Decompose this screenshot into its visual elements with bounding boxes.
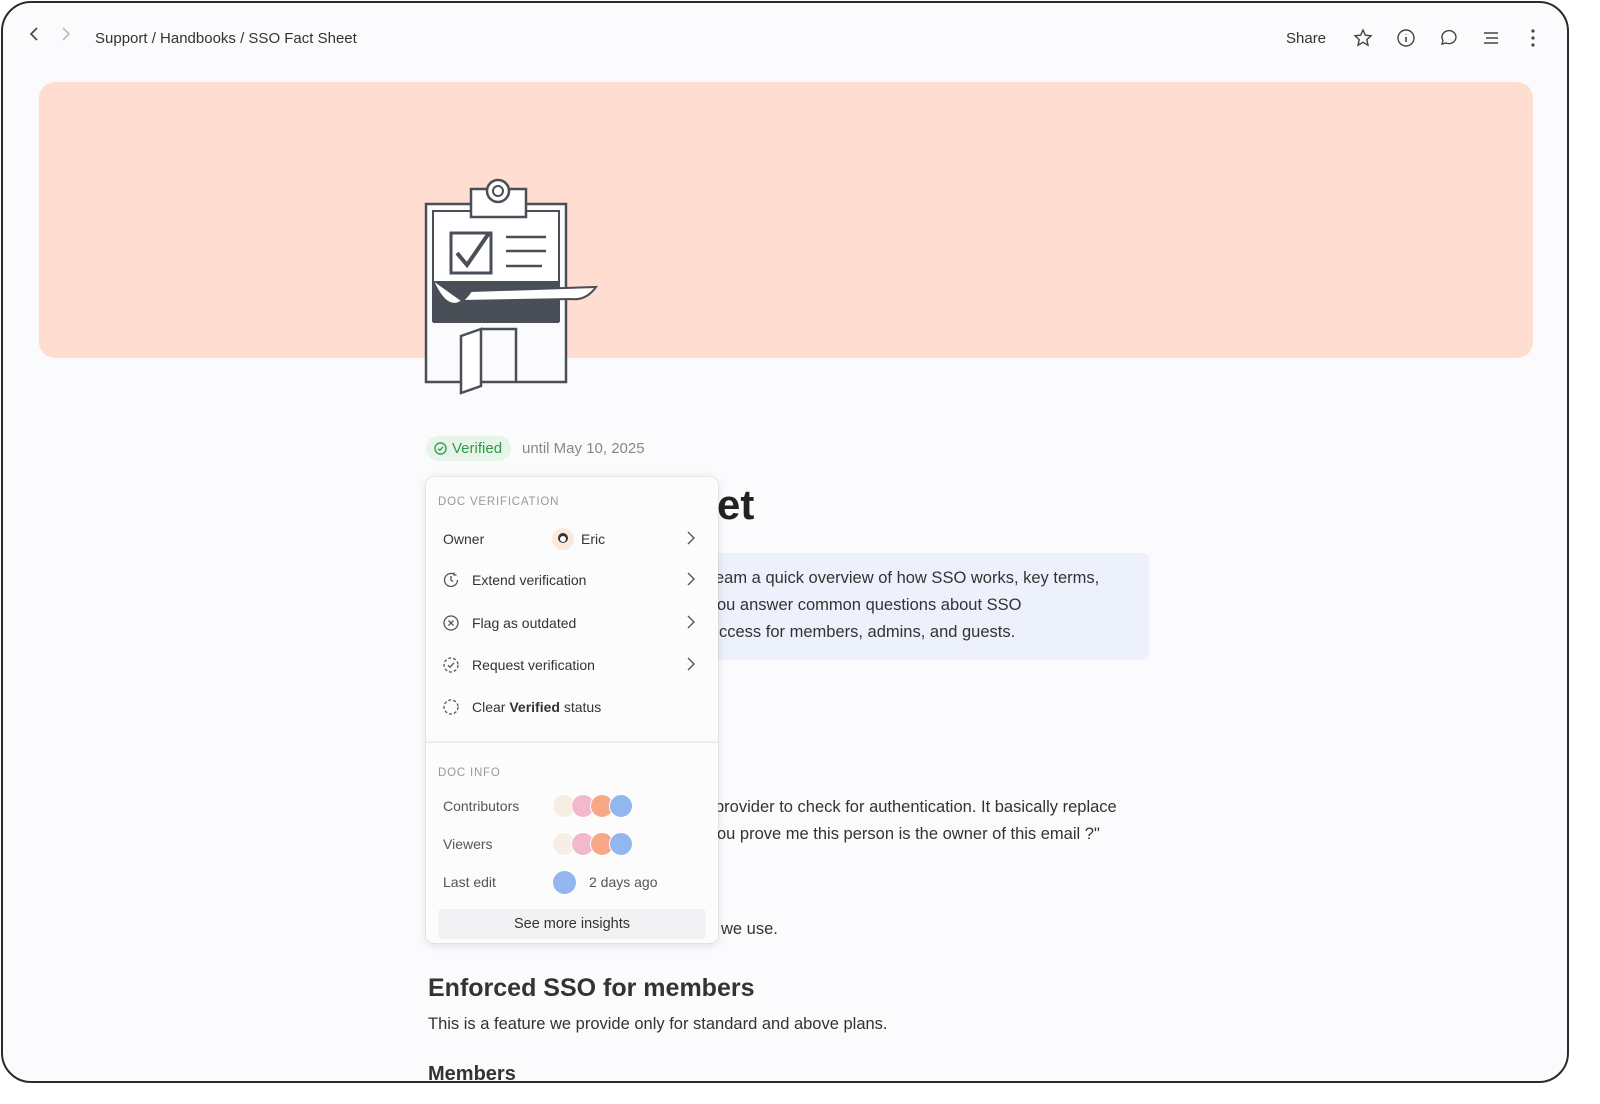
clear-suffix: status [559,699,602,715]
owner-name: Eric [581,531,606,547]
verified-until: until May 10, 2025 [522,440,645,457]
last-edit-value: 2 days ago [589,874,658,890]
chevron-right-icon [686,615,696,632]
callout-line: ccess for members, admins, and guests. [719,623,1016,641]
breadcrumb[interactable]: Support / Handbooks / SSO Fact Sheet [95,30,357,47]
chevron-right-icon [686,657,696,674]
item-label: Clear Verified status [472,699,601,715]
back-icon[interactable] [27,25,41,48]
clipboard-illustration [424,178,598,395]
item-label: Request verification [472,657,595,673]
dashed-check-circle-icon [442,656,460,674]
extend-verification-item[interactable]: Extend verification [426,562,718,598]
top-bar: Support / Handbooks / SSO Fact Sheet Sha… [3,3,1567,73]
app-window: Support / Handbooks / SSO Fact Sheet Sha… [1,1,1569,1083]
last-editor-avatar [552,869,577,895]
page-title: et [717,481,755,528]
section-text: This is a feature we provide only for st… [428,1015,888,1033]
avatar [609,794,633,818]
clear-verified-item[interactable]: Clear Verified status [426,689,718,725]
cover-banner [39,82,1533,358]
paragraph-line: provider to check for authentication. It… [715,798,1117,816]
contributor-avatars[interactable] [552,794,633,818]
item-label: Flag as outdated [472,615,577,631]
contributors-label: Contributors [443,798,520,814]
flag-outdated-item[interactable]: Flag as outdated [426,605,718,641]
star-icon[interactable] [1352,27,1374,49]
more-icon[interactable] [1522,27,1544,49]
divider [426,741,718,743]
clock-refresh-icon [442,571,460,589]
paragraph-line: we use. [721,920,778,938]
clear-prefix: Clear [472,699,510,715]
paragraph-line: ou prove me this person is the owner of … [717,825,1100,843]
owner-label: Owner [443,531,485,547]
see-more-insights-button[interactable]: See more insights [438,909,706,939]
callout-line: eam a quick overview of how SSO works, k… [715,569,1100,587]
info-icon[interactable] [1395,27,1417,49]
contributors-row: Contributors [426,791,718,821]
viewers-row: Viewers [426,829,718,859]
check-circle-icon [434,442,447,455]
callout-line: ou answer common questions about SSO [717,596,1022,614]
avatar [552,869,577,895]
comment-icon[interactable] [1437,27,1459,49]
last-edit-row: Last edit 2 days ago [426,867,718,897]
viewer-avatars[interactable] [552,832,633,856]
outline-icon[interactable] [1480,27,1502,49]
section-heading: Enforced SSO for members [428,974,755,1002]
avatar [552,528,574,550]
share-button[interactable]: Share [1286,30,1326,47]
owner-row[interactable]: Owner Eric [426,521,718,557]
verified-label: Verified [452,440,503,457]
info-header: DOC INFO [438,767,501,779]
last-edit-label: Last edit [443,874,496,890]
forward-icon[interactable] [59,25,73,48]
viewers-label: Viewers [443,836,493,852]
x-circle-icon [442,614,460,632]
verified-badge[interactable]: Verified [426,436,512,461]
clear-bold: Verified [509,699,560,715]
item-label: Extend verification [472,572,587,588]
chevron-right-icon [686,531,696,548]
dashed-circle-icon [442,698,460,716]
doc-verification-popover: DOC VERIFICATION Owner Eric Extend verif… [426,477,718,943]
chevron-right-icon [686,572,696,589]
subheading: Members [428,1063,516,1083]
request-verification-item[interactable]: Request verification [426,647,718,683]
verification-header: DOC VERIFICATION [438,496,560,508]
avatar [609,832,633,856]
